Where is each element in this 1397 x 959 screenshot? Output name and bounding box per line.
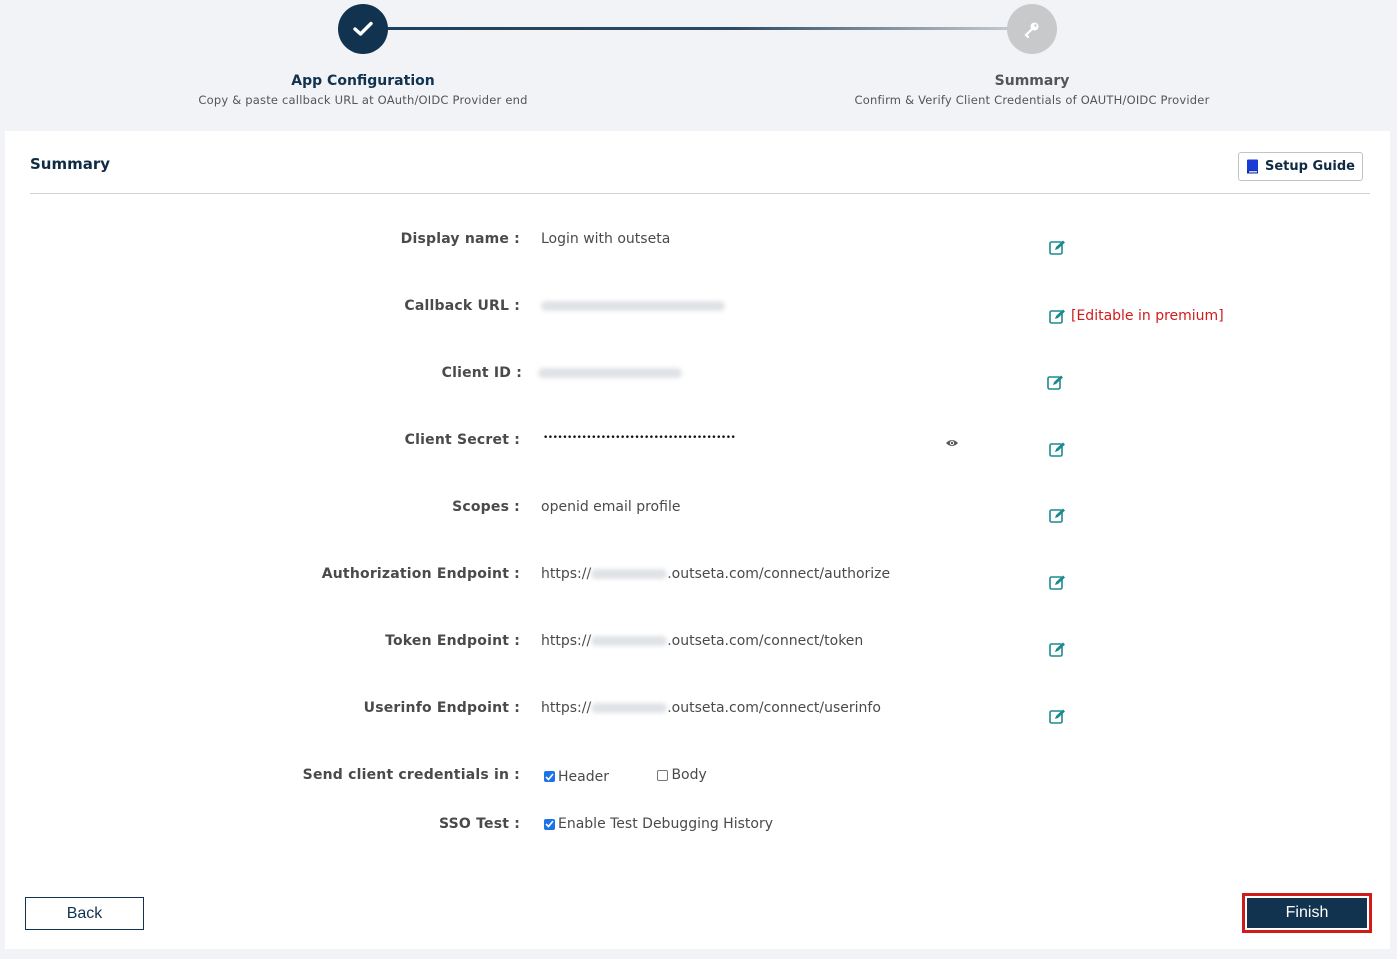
- userinfo-endpoint-row: Userinfo Endpoint : https://.outseta.com…: [5, 700, 1390, 730]
- stepper-connector: [363, 27, 1033, 30]
- check-icon: [545, 772, 554, 781]
- token-endpoint-row: Token Endpoint : https://.outseta.com/co…: [5, 633, 1390, 663]
- step-app-configuration-subtitle: Copy & paste callback URL at OAuth/OIDC …: [198, 93, 528, 107]
- back-button[interactable]: Back: [25, 897, 144, 930]
- sso-test-options: Enable Test Debugging History: [544, 816, 773, 832]
- step-app-configuration-circle: [338, 4, 388, 54]
- edit-icon[interactable]: [1049, 507, 1066, 524]
- authorization-endpoint-row: Authorization Endpoint : https://.outset…: [5, 566, 1390, 596]
- key-icon: [1024, 22, 1039, 38]
- edit-icon[interactable]: [1049, 641, 1066, 658]
- step-summary-title: Summary: [994, 73, 1070, 89]
- enable-test-debugging-checkbox[interactable]: [544, 818, 555, 830]
- enable-test-debugging-label: Enable Test Debugging History: [558, 816, 773, 832]
- scopes-row: Scopes : openid email profile: [5, 499, 1390, 529]
- setup-guide-label: Setup Guide: [1265, 159, 1355, 174]
- page-title: Summary: [30, 155, 111, 173]
- token-endpoint-label: Token Endpoint :: [385, 633, 520, 649]
- eye-icon[interactable]: [945, 438, 959, 448]
- setup-guide-button[interactable]: Setup Guide: [1238, 152, 1363, 181]
- authorization-endpoint-label: Authorization Endpoint :: [321, 566, 520, 582]
- display-name-row: Display name : Login with outseta: [5, 231, 1390, 261]
- client-id-row: Client ID :: [5, 365, 1390, 395]
- sso-test-row: SSO Test : Enable Test Debugging History: [5, 816, 1390, 846]
- scopes-label: Scopes :: [452, 499, 520, 515]
- header-option[interactable]: Header: [544, 769, 609, 785]
- finish-button-highlight: Finish: [1242, 893, 1372, 933]
- client-secret-value: ••••••••••••••••••••••••••••••••••••••••: [543, 433, 736, 443]
- body-option-label: Body: [671, 767, 707, 783]
- enable-test-debugging-option[interactable]: Enable Test Debugging History: [544, 816, 773, 832]
- userinfo-endpoint-value: https://.outseta.com/connect/userinfo: [541, 700, 881, 716]
- callback-url-row: Callback URL : [Editable in premium]: [5, 298, 1390, 328]
- check-icon: [545, 820, 554, 828]
- client-secret-label: Client Secret :: [404, 432, 520, 448]
- header-option-label: Header: [558, 768, 609, 785]
- userinfo-endpoint-label: Userinfo Endpoint :: [363, 700, 520, 716]
- edit-icon[interactable]: [1049, 308, 1066, 325]
- client-id-label: Client ID :: [441, 365, 522, 381]
- step-summary-subtitle: Confirm & Verify Client Credentials of O…: [854, 93, 1210, 107]
- send-credentials-label: Send client credentials in :: [302, 767, 520, 783]
- send-credentials-options: Header Body: [544, 767, 707, 785]
- display-name-label: Display name :: [400, 231, 520, 247]
- book-icon: [1247, 159, 1258, 174]
- check-icon: [353, 21, 373, 36]
- scopes-value: openid email profile: [541, 499, 681, 515]
- edit-icon[interactable]: [1049, 574, 1066, 591]
- callback-url-value: [541, 298, 725, 314]
- summary-card: Summary Setup Guide Display name : Login…: [5, 131, 1390, 949]
- progress-stepper: App Configuration Copy & paste callback …: [0, 0, 1397, 130]
- header-checkbox[interactable]: [544, 771, 555, 782]
- authorization-endpoint-value: https://.outseta.com/connect/authorize: [541, 566, 891, 582]
- edit-icon[interactable]: [1049, 441, 1066, 458]
- client-secret-row: Client Secret : ••••••••••••••••••••••••…: [5, 432, 1390, 462]
- display-name-value: Login with outseta: [541, 231, 671, 247]
- token-endpoint-value: https://.outseta.com/connect/token: [541, 633, 864, 649]
- sso-test-label: SSO Test :: [439, 816, 520, 832]
- body-option[interactable]: Body: [657, 767, 707, 783]
- edit-icon[interactable]: [1047, 374, 1064, 391]
- client-id-value: [538, 365, 682, 381]
- header-divider: [30, 193, 1370, 194]
- send-credentials-row: Send client credentials in : Header Body: [5, 767, 1390, 797]
- edit-icon[interactable]: [1049, 239, 1066, 256]
- step-summary-circle: [1007, 4, 1057, 54]
- body-checkbox[interactable]: [657, 769, 669, 781]
- finish-button[interactable]: Finish: [1247, 898, 1367, 928]
- editable-in-premium-note: [Editable in premium]: [1071, 308, 1224, 324]
- callback-url-label: Callback URL :: [404, 298, 520, 314]
- edit-icon[interactable]: [1049, 708, 1066, 725]
- step-app-configuration-title: App Configuration: [291, 73, 435, 89]
